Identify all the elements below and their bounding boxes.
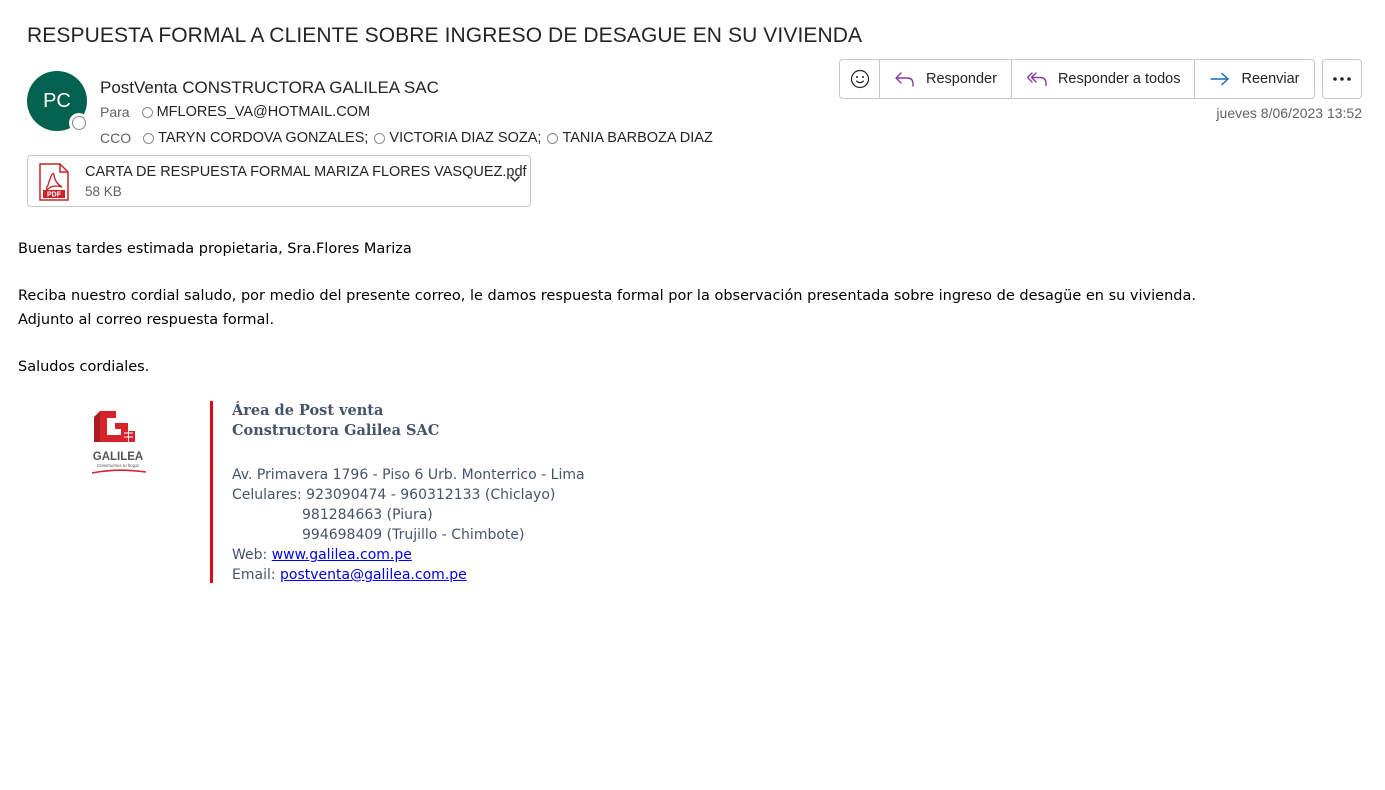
svg-text:PDF: PDF <box>47 192 62 199</box>
email-link[interactable]: postventa@galilea.com.pe <box>280 567 467 583</box>
reply-all-label: Responder a todos <box>1057 71 1181 87</box>
forward-label: Reenviar <box>1241 71 1300 87</box>
reply-all-icon <box>1026 72 1047 87</box>
to-label: Para <box>100 104 130 120</box>
email-label: Email: <box>232 567 276 583</box>
recipient-bcc[interactable]: TANIA BARBOZA DIAZ <box>547 130 713 146</box>
web-label: Web: <box>232 547 268 563</box>
bcc-row: CCO TARYN CORDOVA GONZALES; VICTORIA DIA… <box>100 130 713 146</box>
phone-number: 923090474 - 960312133 (Chiclayo) <box>306 487 556 503</box>
svg-text:GALILEA: GALILEA <box>93 451 143 463</box>
reply-all-button[interactable]: Responder a todos <box>1012 60 1196 98</box>
greeting-text: Buenas tardes estimada propietaria, Sra.… <box>18 241 412 257</box>
smiley-icon <box>850 69 869 89</box>
phones-label: Celulares: <box>232 487 302 503</box>
body-paragraph: Reciba nuestro cordial saludo, por medio… <box>18 288 1196 304</box>
recipient-name: TANIA BARBOZA DIAZ <box>562 130 713 146</box>
sender-name[interactable]: PostVenta CONSTRUCTORA GALILEA SAC <box>100 78 439 98</box>
pdf-icon: PDF <box>39 163 69 201</box>
presence-icon <box>143 132 155 144</box>
message-body: Buenas tardes estimada propietaria, Sra.… <box>18 238 1196 379</box>
body-paragraph: Adjunto al correo respuesta formal. <box>18 311 275 328</box>
closing-text: Saludos cordiales. <box>18 358 150 375</box>
signature-email: Email: postventa@galilea.com.pe <box>232 565 585 585</box>
attachment-size: 58 KB <box>85 184 122 199</box>
reply-button[interactable]: Responder <box>880 60 1012 98</box>
email-subject: RESPUESTA FORMAL A CLIENTE SOBRE INGRESO… <box>27 24 863 47</box>
recipient-name: VICTORIA DIAZ SOZA; <box>389 130 542 146</box>
recipient-bcc[interactable]: TARYN CORDOVA GONZALES; <box>143 130 368 146</box>
attachment-card[interactable]: PDF CARTA DE RESPUESTA FORMAL MARIZA FLO… <box>27 155 531 207</box>
attachment-name: CARTA DE RESPUESTA FORMAL MARIZA FLORES … <box>85 164 527 180</box>
signature-company: Constructora Galilea SAC <box>232 422 440 439</box>
phone-number: 981284663 (Piura) <box>302 507 433 523</box>
presence-status-icon <box>69 113 89 133</box>
signature-web: Web: www.galilea.com.pe <box>232 545 585 565</box>
recipient-name: TARYN CORDOVA GONZALES; <box>158 130 369 146</box>
chevron-down-icon[interactable] <box>508 172 522 186</box>
recipient-to[interactable]: MFLORES_VA@HOTMAIL.COM <box>141 104 371 120</box>
presence-icon <box>547 132 559 144</box>
reply-label: Responder <box>926 71 997 87</box>
ellipsis-icon <box>1333 77 1351 81</box>
phone-number: 994698409 (Trujillo - Chimbote) <box>302 527 525 543</box>
reaction-button[interactable] <box>840 60 880 98</box>
signature-divider <box>210 401 213 583</box>
more-actions-button[interactable] <box>1322 59 1362 99</box>
svg-text:Construimos tu hogar: Construimos tu hogar <box>97 463 140 468</box>
web-link[interactable]: www.galilea.com.pe <box>272 547 412 563</box>
presence-icon <box>141 106 153 118</box>
forward-icon <box>1210 72 1230 86</box>
signature-address: Av. Primavera 1796 - Piso 6 Urb. Monterr… <box>232 467 585 483</box>
avatar-initials: PC <box>43 89 71 112</box>
recipient-bcc[interactable]: VICTORIA DIAZ SOZA; <box>374 130 541 146</box>
message-action-toolbar: Responder Responder a todos Reenviar <box>839 59 1315 99</box>
signature-area: Área de Post venta <box>232 402 384 419</box>
email-signature: Área de Post venta Constructora Galilea … <box>232 401 585 585</box>
presence-icon <box>374 132 386 144</box>
to-row: Para MFLORES_VA@HOTMAIL.COM <box>100 104 370 120</box>
recipient-name: MFLORES_VA@HOTMAIL.COM <box>156 104 371 120</box>
signature-phones: Celulares: 923090474 - 960312133 (Chicla… <box>232 485 585 505</box>
bcc-label: CCO <box>100 130 132 146</box>
sent-date: jueves 8/06/2023 13:52 <box>1216 105 1362 121</box>
forward-button[interactable]: Reenviar <box>1195 60 1313 98</box>
galilea-logo: GALILEA Construimos tu hogar <box>91 411 147 474</box>
reply-icon <box>895 72 914 87</box>
